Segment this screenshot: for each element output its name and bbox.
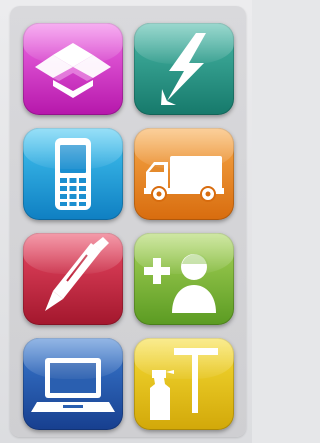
dropbox-icon <box>35 43 111 98</box>
laptop-icon <box>31 358 115 412</box>
app-launcher <box>0 0 252 443</box>
icon-panel <box>10 6 246 437</box>
delivery-truck-icon <box>144 156 224 202</box>
pen-icon <box>45 237 109 311</box>
tile-delivery-truck[interactable] <box>134 128 234 220</box>
tile-laptop[interactable] <box>23 338 123 430</box>
tile-add-user[interactable] <box>134 233 234 325</box>
mobile-phone-icon <box>55 138 91 210</box>
cleaning-supplies-icon <box>150 348 218 420</box>
tile-dropbox[interactable] <box>23 23 123 115</box>
tile-power[interactable] <box>134 23 234 115</box>
tile-pen[interactable] <box>23 233 123 325</box>
lightning-bolt-icon <box>161 33 206 105</box>
tile-mobile-phone[interactable] <box>23 128 123 220</box>
add-user-icon <box>144 254 216 313</box>
tile-cleaning[interactable] <box>134 338 234 430</box>
